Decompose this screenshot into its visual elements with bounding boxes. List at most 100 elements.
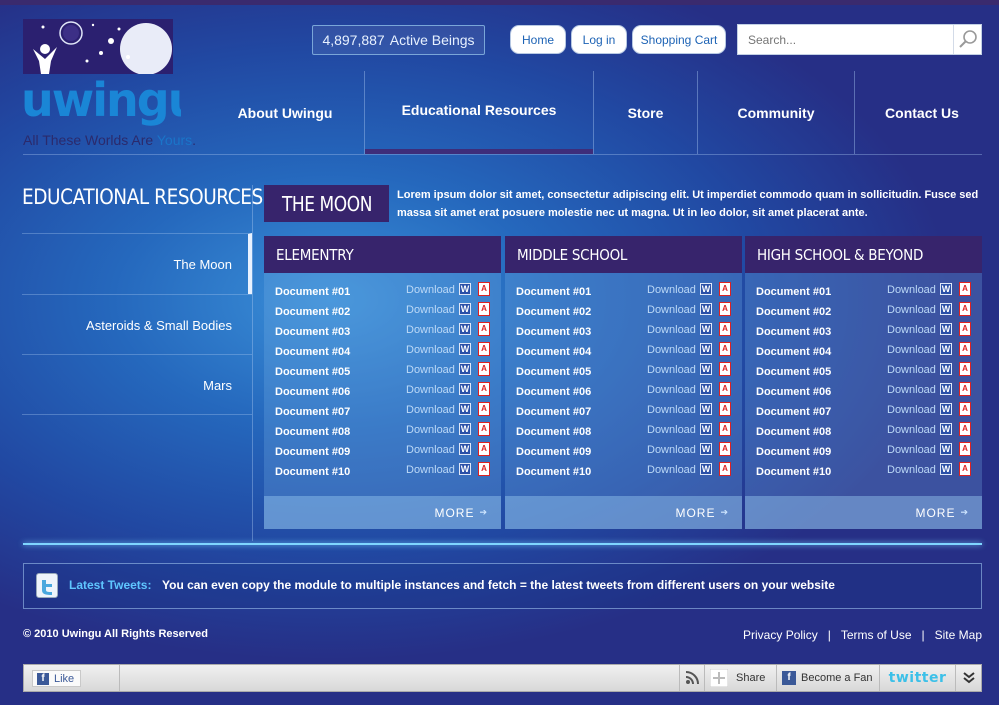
pdf-icon[interactable]: A xyxy=(478,382,490,396)
pdf-icon[interactable]: A xyxy=(719,442,731,456)
pdf-icon[interactable]: A xyxy=(478,302,490,316)
word-doc-icon[interactable]: W xyxy=(459,303,471,315)
logo-graphic[interactable] xyxy=(23,19,173,74)
download-link[interactable]: Download xyxy=(406,404,455,416)
download-link[interactable]: Download xyxy=(647,404,696,416)
pdf-icon[interactable]: A xyxy=(719,342,731,356)
word-doc-icon[interactable]: W xyxy=(940,463,952,475)
pdf-icon[interactable]: A xyxy=(719,362,731,376)
home-button[interactable]: Home xyxy=(510,25,566,54)
download-link[interactable]: Download xyxy=(887,444,936,456)
nav-community[interactable]: Community xyxy=(698,71,854,154)
word-doc-icon[interactable]: W xyxy=(459,283,471,295)
pdf-icon[interactable]: A xyxy=(959,282,971,296)
download-link[interactable]: Download xyxy=(887,344,936,356)
word-doc-icon[interactable]: W xyxy=(459,463,471,475)
word-doc-icon[interactable]: W xyxy=(459,423,471,435)
word-doc-icon[interactable]: W xyxy=(940,283,952,295)
more-button[interactable]: MORE ➔ xyxy=(505,496,742,529)
word-doc-icon[interactable]: W xyxy=(940,423,952,435)
download-link[interactable]: Download xyxy=(647,384,696,396)
word-doc-icon[interactable]: W xyxy=(700,443,712,455)
download-link[interactable]: Download xyxy=(406,304,455,316)
download-link[interactable]: Download xyxy=(406,324,455,336)
pdf-icon[interactable]: A xyxy=(478,462,490,476)
pdf-icon[interactable]: A xyxy=(478,422,490,436)
pdf-icon[interactable]: A xyxy=(959,402,971,416)
pdf-icon[interactable]: A xyxy=(719,322,731,336)
download-link[interactable]: Download xyxy=(406,284,455,296)
site-map-link[interactable]: Site Map xyxy=(935,628,982,642)
download-link[interactable]: Download xyxy=(887,364,936,376)
download-link[interactable]: Download xyxy=(887,284,936,296)
login-button[interactable]: Log in xyxy=(571,25,627,54)
download-link[interactable]: Download xyxy=(406,384,455,396)
pdf-icon[interactable]: A xyxy=(719,302,731,316)
sidebar-item-mars[interactable]: Mars xyxy=(22,354,252,415)
download-link[interactable]: Download xyxy=(887,404,936,416)
download-link[interactable]: Download xyxy=(406,364,455,376)
more-button[interactable]: MORE ➔ xyxy=(264,496,501,529)
word-doc-icon[interactable]: W xyxy=(459,363,471,375)
word-doc-icon[interactable]: W xyxy=(940,383,952,395)
word-doc-icon[interactable]: W xyxy=(700,323,712,335)
download-link[interactable]: Download xyxy=(647,424,696,436)
word-doc-icon[interactable]: W xyxy=(940,403,952,415)
word-doc-icon[interactable]: W xyxy=(700,283,712,295)
word-doc-icon[interactable]: W xyxy=(700,343,712,355)
nav-store[interactable]: Store xyxy=(594,71,697,154)
download-link[interactable]: Download xyxy=(647,304,696,316)
pdf-icon[interactable]: A xyxy=(478,282,490,296)
pdf-icon[interactable]: A xyxy=(478,442,490,456)
pdf-icon[interactable]: A xyxy=(719,402,731,416)
pdf-icon[interactable]: A xyxy=(719,462,731,476)
share-button[interactable]: Share xyxy=(704,665,776,691)
download-link[interactable]: Download xyxy=(887,384,936,396)
shopping-cart-button[interactable]: Shopping Cart xyxy=(632,25,726,54)
sidebar-item-the-moon[interactable]: The Moon xyxy=(22,233,252,294)
pdf-icon[interactable]: A xyxy=(959,342,971,356)
nav-educational-resources[interactable]: Educational Resources xyxy=(365,71,593,154)
download-link[interactable]: Download xyxy=(887,324,936,336)
word-doc-icon[interactable]: W xyxy=(940,363,952,375)
become-fan-button[interactable]: f Become a Fan xyxy=(776,665,879,691)
word-doc-icon[interactable]: W xyxy=(940,343,952,355)
logo-wordmark[interactable]: uwingu xyxy=(21,72,200,128)
collapse-button[interactable] xyxy=(955,665,981,691)
word-doc-icon[interactable]: W xyxy=(459,323,471,335)
pdf-icon[interactable]: A xyxy=(959,422,971,436)
pdf-icon[interactable]: A xyxy=(719,422,731,436)
download-link[interactable]: Download xyxy=(887,304,936,316)
pdf-icon[interactable]: A xyxy=(959,382,971,396)
rss-button[interactable] xyxy=(679,665,704,691)
download-link[interactable]: Download xyxy=(647,464,696,476)
word-doc-icon[interactable]: W xyxy=(700,303,712,315)
facebook-like-button[interactable]: f Like xyxy=(32,670,82,687)
download-link[interactable]: Download xyxy=(406,344,455,356)
word-doc-icon[interactable]: W xyxy=(700,463,712,475)
pdf-icon[interactable]: A xyxy=(959,362,971,376)
nav-contact[interactable]: Contact Us xyxy=(855,71,989,154)
pdf-icon[interactable]: A xyxy=(959,322,971,336)
twitter-button[interactable]: twitter xyxy=(879,665,955,691)
word-doc-icon[interactable]: W xyxy=(459,383,471,395)
word-doc-icon[interactable]: W xyxy=(700,423,712,435)
terms-of-use-link[interactable]: Terms of Use xyxy=(841,628,912,642)
download-link[interactable]: Download xyxy=(887,424,936,436)
download-link[interactable]: Download xyxy=(647,444,696,456)
word-doc-icon[interactable]: W xyxy=(940,323,952,335)
word-doc-icon[interactable]: W xyxy=(940,303,952,315)
word-doc-icon[interactable]: W xyxy=(459,343,471,355)
search-input[interactable] xyxy=(738,25,953,54)
download-link[interactable]: Download xyxy=(406,424,455,436)
nav-about[interactable]: About Uwingu xyxy=(206,71,364,154)
pdf-icon[interactable]: A xyxy=(478,362,490,376)
download-link[interactable]: Download xyxy=(647,324,696,336)
pdf-icon[interactable]: A xyxy=(959,442,971,456)
pdf-icon[interactable]: A xyxy=(959,302,971,316)
privacy-policy-link[interactable]: Privacy Policy xyxy=(743,628,818,642)
word-doc-icon[interactable]: W xyxy=(940,443,952,455)
pdf-icon[interactable]: A xyxy=(478,342,490,356)
pdf-icon[interactable]: A xyxy=(719,282,731,296)
download-link[interactable]: Download xyxy=(406,464,455,476)
